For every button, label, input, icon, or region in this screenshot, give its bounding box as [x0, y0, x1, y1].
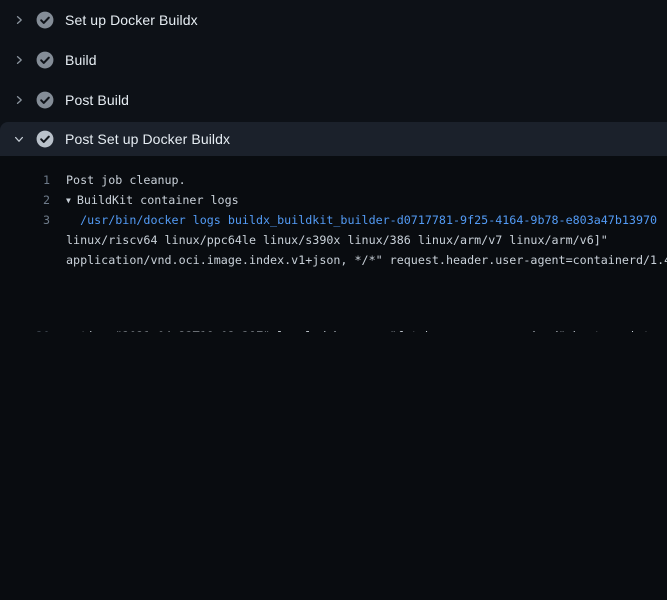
log-text: linux/riscv64 linux/ppc64le linux/s390x …	[66, 230, 608, 250]
step-label: Set up Docker Buildx	[65, 12, 198, 28]
check-circle-icon	[36, 91, 54, 109]
log-text[interactable]: ▼ BuildKit container logs	[66, 190, 239, 210]
step-header-build[interactable]: Build	[0, 40, 667, 80]
step-label: Build	[65, 52, 97, 68]
log-view[interactable]: 1 Post job cleanup. 2 ▼ BuildKit container l…	[0, 156, 667, 600]
log-line-number	[0, 250, 50, 270]
log-line-number	[0, 230, 50, 250]
step-label: Post Set up Docker Buildx	[65, 131, 230, 147]
log-line: 2 ▼ BuildKit container logs	[0, 190, 667, 210]
chevron-down-icon	[13, 133, 25, 145]
step-header-post-build[interactable]: Post Build	[0, 80, 667, 120]
log-line-number[interactable]: 1	[0, 170, 50, 190]
chevron-right-icon	[13, 14, 25, 26]
log-line-number[interactable]: 3	[0, 210, 50, 230]
check-circle-icon	[36, 130, 54, 148]
step-header-set-up-docker-buildx[interactable]: Set up Docker Buildx	[0, 0, 667, 40]
log-line-number[interactable]: 20	[0, 326, 50, 332]
log-line-continuation: application/vnd.oci.image.index.v1+json,…	[0, 250, 667, 270]
step-header-post-set-up-docker-buildx[interactable]: Post Set up Docker Buildx	[0, 122, 667, 156]
check-circle-icon	[36, 11, 54, 29]
log-line-number[interactable]: 2	[0, 190, 50, 210]
log-group-label: BuildKit container logs	[77, 193, 239, 207]
steps-list: Set up Docker Buildx Build Post Build Post …	[0, 0, 667, 156]
caret-down-icon: ▼	[66, 191, 71, 211]
log-line-continuation: linux/riscv64 linux/ppc64le linux/s390x …	[0, 230, 667, 250]
log-command-text: /usr/bin/docker logs buildx_buildkit_bui…	[66, 210, 657, 230]
chevron-right-icon	[13, 94, 25, 106]
log-text: Post job cleanup.	[66, 170, 186, 190]
log-line: 3 /usr/bin/docker logs buildx_buildkit_b…	[0, 210, 667, 230]
step-label: Post Build	[65, 92, 129, 108]
log-line: 20 time="2021-04-23T18:02:38Z" level=deb…	[0, 312, 667, 332]
chevron-right-icon	[13, 54, 25, 66]
log-line: 1 Post job cleanup.	[0, 170, 667, 190]
log-text: time="2021-04-23T18:02:38Z" level=debug …	[66, 326, 667, 332]
log-text: application/vnd.oci.image.index.v1+json,…	[66, 250, 667, 270]
check-circle-icon	[36, 51, 54, 69]
